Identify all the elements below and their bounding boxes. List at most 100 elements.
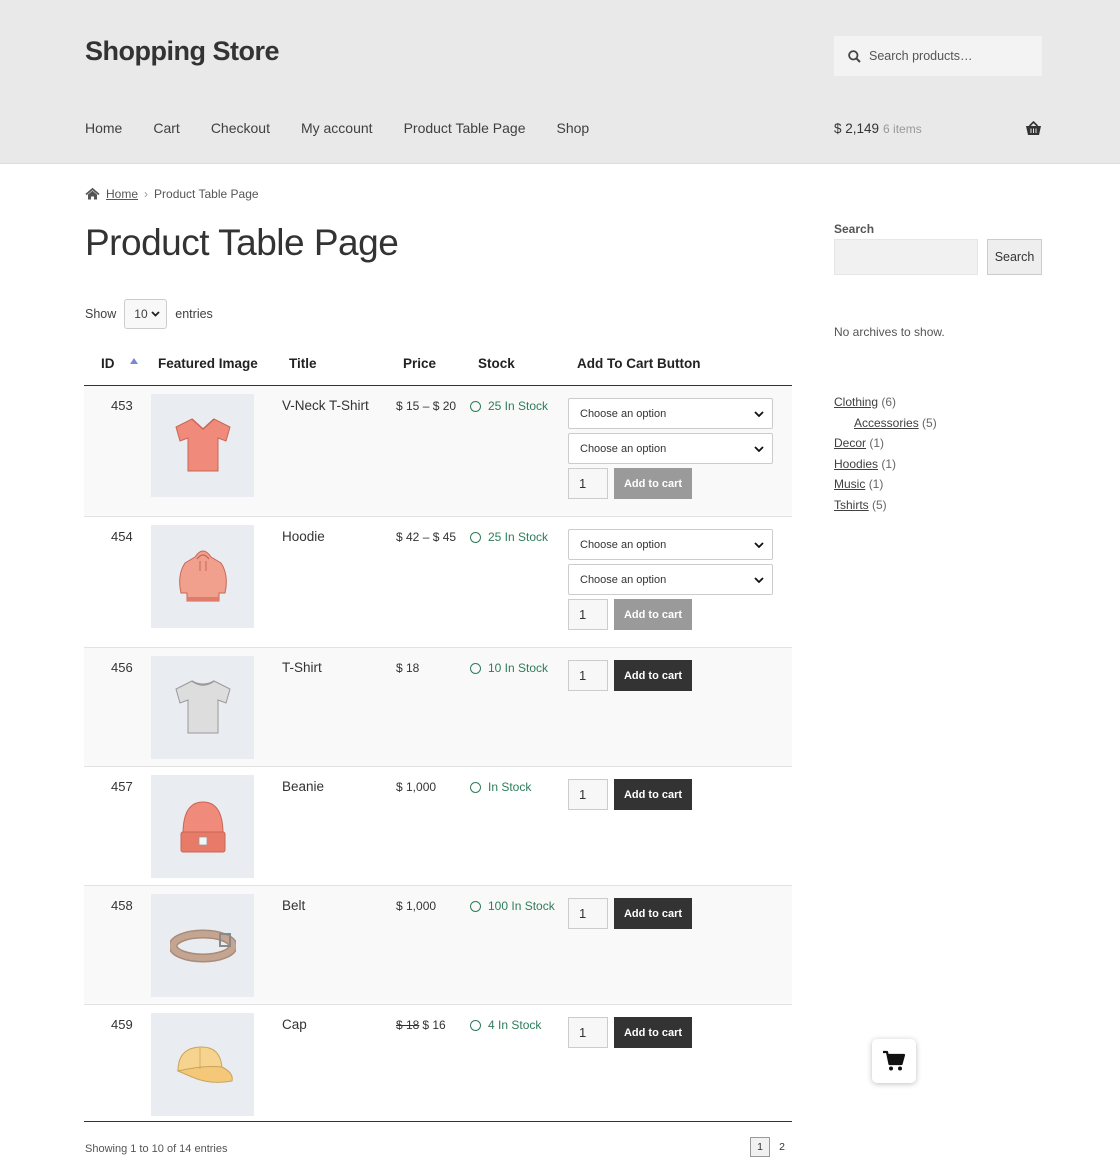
product-image-cap[interactable] — [151, 1013, 254, 1116]
category-item: Tshirts (5) — [834, 495, 937, 516]
product-price: $ 18 — [396, 661, 420, 675]
site-title[interactable]: Shopping Store — [85, 36, 279, 67]
product-price: $ 1,000 — [396, 780, 437, 794]
header-id[interactable]: ID — [101, 356, 115, 371]
product-price: $ 18 $ 16 — [396, 1018, 446, 1032]
product-title[interactable]: Hoodie — [282, 529, 325, 544]
add-to-cart-button[interactable]: Add to cart — [614, 468, 692, 499]
breadcrumb-current: Product Table Page — [154, 187, 259, 201]
header-stock[interactable]: Stock — [478, 356, 515, 371]
header-add-to-cart[interactable]: Add To Cart Button — [577, 356, 700, 371]
table-row: 457 Beanie $ 1,000 In Stock 1 Add to car… — [84, 767, 792, 886]
table-header: ID Featured Image Title Price Stock Add … — [84, 340, 792, 386]
add-to-cart-cell: 1 Add to cart — [568, 898, 774, 929]
table-row: 458 Belt $ 1,000 100 In Stock 1 Add to c… — [84, 886, 792, 1005]
product-image-vneck-tshirt[interactable] — [151, 394, 254, 497]
product-title[interactable]: Cap — [282, 1017, 307, 1032]
sale-price: $ 16 — [422, 1018, 446, 1032]
quantity-input[interactable]: 1 — [568, 1017, 608, 1048]
variation-select-2[interactable]: Choose an option — [568, 433, 773, 464]
product-title[interactable]: Belt — [282, 898, 305, 913]
page-title: Product Table Page — [85, 222, 399, 263]
add-to-cart-cell: Choose an option Choose an option 1 Add … — [568, 529, 774, 630]
product-price: $ 42 – $ 45 — [396, 530, 457, 544]
stock-text: In Stock — [488, 780, 532, 794]
sort-ascending-icon[interactable] — [130, 358, 138, 364]
nav-shop[interactable]: Shop — [557, 120, 590, 136]
quantity-row: 1 Add to cart — [568, 468, 774, 499]
product-id: 459 — [111, 1017, 133, 1032]
variation-select-value: Choose an option — [580, 407, 667, 420]
entries-select[interactable]: 10 — [124, 299, 168, 329]
product-search-field[interactable]: Search products… — [834, 36, 1042, 76]
stock-text: 25 In Stock — [488, 530, 549, 544]
table-row: 456 T-Shirt $ 18 10 In Stock 1 Add to ca… — [84, 648, 792, 767]
nav-home[interactable]: Home — [85, 120, 122, 136]
product-title[interactable]: V-Neck T-Shirt — [282, 398, 369, 413]
product-image-tshirt[interactable] — [151, 656, 254, 759]
add-to-cart-button[interactable]: Add to cart — [614, 599, 692, 630]
product-image-belt[interactable] — [151, 894, 254, 997]
category-link[interactable]: Decor — [834, 436, 866, 450]
category-count: (5) — [872, 497, 887, 512]
breadcrumb-separator: › — [144, 187, 149, 201]
variation-select-1[interactable]: Choose an option — [568, 529, 773, 560]
quantity-input[interactable]: 1 — [568, 660, 608, 691]
header-cart-summary[interactable]: $ 2,149 6 items — [834, 121, 922, 136]
add-to-cart-button[interactable]: Add to cart — [614, 1017, 692, 1048]
quantity-input[interactable]: 1 — [568, 779, 608, 810]
nav-my-account[interactable]: My account — [301, 120, 373, 136]
variation-select-1[interactable]: Choose an option — [568, 398, 773, 429]
add-to-cart-button[interactable]: Add to cart — [614, 779, 692, 810]
product-image-beanie[interactable] — [151, 775, 254, 878]
show-label: Show — [85, 307, 117, 321]
cart-icon — [883, 1050, 906, 1071]
basket-icon[interactable] — [1025, 121, 1042, 136]
quantity-input[interactable]: 1 — [568, 468, 608, 499]
category-link[interactable]: Clothing — [834, 395, 878, 409]
variation-select-2[interactable]: Choose an option — [568, 564, 773, 595]
product-price: $ 15 – $ 20 — [396, 399, 457, 413]
sidebar-search-button[interactable]: Search — [987, 239, 1042, 275]
nav-cart[interactable]: Cart — [153, 120, 179, 136]
chevron-down-icon — [754, 445, 764, 452]
smile-icon — [470, 1019, 481, 1031]
cart-item-count: 6 items — [883, 122, 922, 136]
page-1-button[interactable]: 1 — [750, 1137, 770, 1157]
product-image-hoodie[interactable] — [151, 525, 254, 628]
header-featured-image[interactable]: Featured Image — [158, 356, 258, 371]
stock-text: 25 In Stock — [488, 399, 549, 413]
category-link[interactable]: Music — [834, 477, 865, 491]
quantity-input[interactable]: 1 — [568, 599, 608, 630]
stock-text: 100 In Stock — [488, 899, 555, 913]
sidebar-search-label: Search — [834, 222, 875, 236]
category-link[interactable]: Tshirts — [834, 498, 869, 512]
header-title[interactable]: Title — [289, 356, 317, 371]
add-to-cart-cell: 1 Add to cart — [568, 660, 774, 691]
breadcrumb: Home › Product Table Page — [85, 187, 259, 201]
breadcrumb-home-link[interactable]: Home — [106, 187, 138, 201]
variation-select-value: Choose an option — [580, 538, 667, 551]
page-2-button[interactable]: 2 — [772, 1137, 792, 1157]
quantity-input[interactable]: 1 — [568, 898, 608, 929]
header-price[interactable]: Price — [403, 356, 436, 371]
nav-product-table-page[interactable]: Product Table Page — [404, 120, 526, 136]
add-to-cart-button[interactable]: Add to cart — [614, 898, 692, 929]
product-title[interactable]: Beanie — [282, 779, 324, 794]
category-link[interactable]: Accessories — [854, 416, 919, 430]
quantity-row: 1 Add to cart — [568, 599, 774, 630]
site-header: Shopping Store Search products… Home Car… — [0, 0, 1120, 164]
stock-text: 4 In Stock — [488, 1018, 542, 1032]
home-icon — [85, 188, 100, 200]
hoodie-illustration — [178, 550, 227, 601]
floating-cart-button[interactable] — [872, 1039, 916, 1083]
sidebar-search-input[interactable] — [834, 239, 978, 275]
entries-select-value: 10 — [134, 307, 148, 321]
category-count: (1) — [881, 456, 897, 471]
nav-checkout[interactable]: Checkout — [211, 120, 270, 136]
add-to-cart-button[interactable]: Add to cart — [614, 660, 692, 691]
product-title[interactable]: T-Shirt — [282, 660, 322, 675]
category-count: (6) — [881, 395, 897, 409]
quantity-row: 1 Add to cart — [568, 898, 774, 929]
category-link[interactable]: Hoodies — [834, 457, 878, 471]
